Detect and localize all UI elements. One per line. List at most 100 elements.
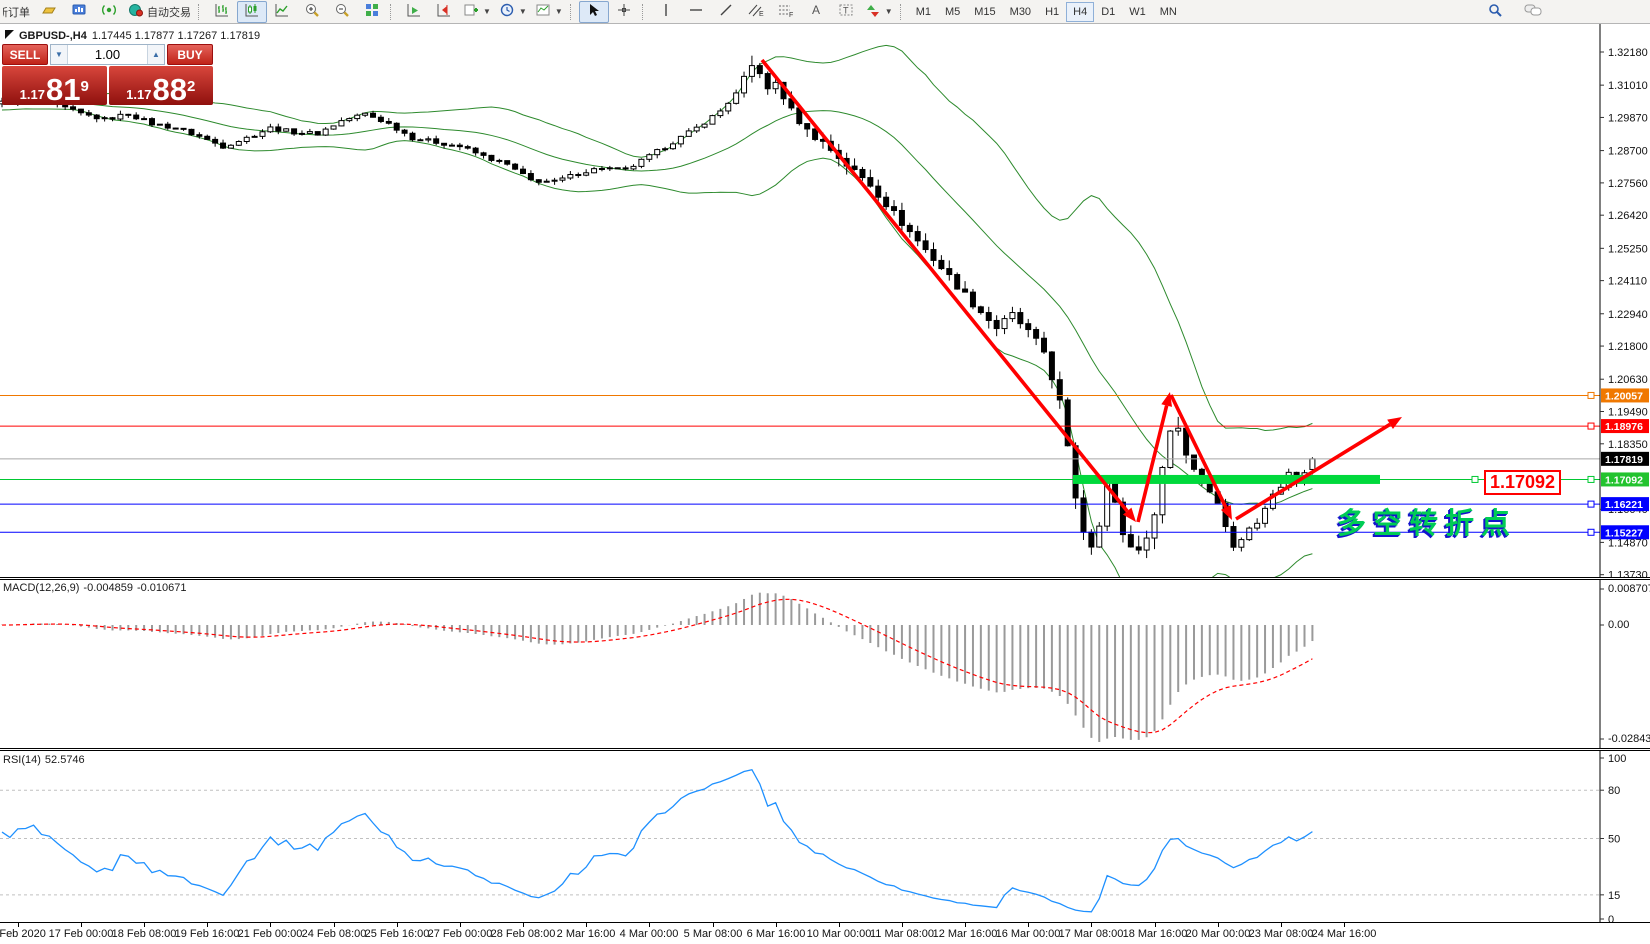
trendline-button[interactable]	[711, 1, 741, 23]
time-axis-label: 24 Mar 16:00	[1312, 928, 1377, 940]
time-axis-label: 4 Mar 00:00	[620, 928, 679, 940]
auto-scroll-button[interactable]	[399, 1, 429, 23]
svg-text:F: F	[789, 12, 793, 18]
price-axis-label: 1.20630	[1608, 374, 1648, 386]
price-axis-label: 1.21800	[1608, 341, 1648, 353]
line-chart-button[interactable]	[267, 1, 297, 23]
price-axis-label: 1.13730	[1608, 570, 1648, 577]
autotrading-button[interactable]: 自动交易	[124, 1, 195, 23]
buy-price-big: 88	[152, 77, 186, 102]
turning-point-annotation[interactable]: 多空转折点	[1337, 500, 1517, 542]
tf-button-h1[interactable]: H1	[1038, 2, 1066, 22]
svg-text:1.20057: 1.20057	[1605, 390, 1643, 402]
time-axis-label: 10 Mar 00:00	[807, 928, 872, 940]
zoom-out-icon	[334, 2, 350, 21]
horizontal-line-button[interactable]	[681, 1, 711, 23]
time-axis[interactable]: 3 Feb 202017 Feb 00:0018 Feb 08:0019 Feb…	[0, 922, 1650, 944]
zoom-in-icon	[304, 2, 320, 21]
sell-button[interactable]: SELL	[2, 44, 48, 65]
chat-button[interactable]	[1518, 1, 1548, 23]
bar-chart-button[interactable]	[207, 1, 237, 23]
macd-name: MACD(12,26,9)	[3, 582, 79, 594]
templates-button[interactable]: ▼	[531, 1, 567, 23]
toolbar-separator	[570, 4, 575, 20]
buy-price-display[interactable]: 1.17882	[109, 66, 214, 105]
buy-button[interactable]: BUY	[167, 44, 213, 65]
fibonacci-button[interactable]: F	[771, 1, 801, 23]
chevron-down-icon: ▼	[555, 7, 563, 16]
svg-text:E: E	[759, 11, 764, 18]
time-axis-label: 18 Feb 08:00	[112, 928, 177, 940]
time-axis-tick	[334, 923, 335, 927]
macd-axis-label: 0.008707	[1608, 583, 1650, 595]
svg-text:1.17092: 1.17092	[1605, 474, 1643, 486]
signals-icon	[101, 2, 117, 21]
time-axis-label: 18 Mar 16:00	[1123, 928, 1188, 940]
tf-button-mn[interactable]: MN	[1153, 2, 1184, 22]
chart-shift-button[interactable]	[429, 1, 459, 23]
rsi-axis-label: 50	[1608, 834, 1620, 846]
crosshair-button[interactable]	[609, 1, 639, 23]
price-annotation-box[interactable]: 1.17092	[1484, 470, 1561, 495]
zoom-in-button[interactable]	[297, 1, 327, 23]
price-axis-label: 1.25250	[1608, 243, 1648, 255]
toolbar: 新订单 自动交易 ▼ ▼	[0, 0, 1650, 24]
indicators-button[interactable]: ▼	[459, 1, 495, 23]
text-icon: A	[808, 2, 824, 21]
price-chart[interactable]: 1.321801.310101.298701.287001.275601.264…	[0, 24, 1650, 577]
tf-button-m5[interactable]: M5	[938, 2, 967, 22]
time-axis-tick	[270, 923, 271, 927]
new-order-label: 新订单	[2, 4, 30, 20]
fibonacci-icon: F	[777, 2, 795, 21]
candlestick-chart-button[interactable]	[237, 1, 267, 23]
tile-windows-button[interactable]	[357, 1, 387, 23]
signals-button[interactable]	[94, 1, 124, 23]
time-axis-tick	[902, 923, 903, 927]
equidistant-channel-icon: E	[747, 2, 765, 21]
volume-input[interactable]: 1.00	[68, 45, 147, 64]
sell-price-display[interactable]: 1.17819	[2, 66, 107, 105]
zoom-out-button[interactable]	[327, 1, 357, 23]
time-axis-label: 19 Feb 16:00	[175, 928, 240, 940]
tf-button-m1[interactable]: M1	[909, 2, 938, 22]
tf-button-m15[interactable]: M15	[967, 2, 1002, 22]
chart-shift-icon	[436, 2, 452, 21]
new-order-button[interactable]: 新订单	[2, 1, 34, 23]
market-button[interactable]	[64, 1, 94, 23]
rsi-name: RSI(14)	[3, 754, 41, 766]
search-icon	[1487, 2, 1503, 21]
price-axis-label: 1.27560	[1608, 178, 1648, 190]
volume-up-button[interactable]: ▲	[147, 45, 164, 64]
time-axis-label: 16 Mar 00:00	[996, 928, 1061, 940]
vertical-line-button[interactable]	[651, 1, 681, 23]
time-axis-label: 23 Mar 08:00	[1249, 928, 1314, 940]
time-axis-label: 28 Feb 08:00	[491, 928, 556, 940]
equidistant-channel-button[interactable]: E	[741, 1, 771, 23]
sell-price-prefix: 1.17	[20, 87, 45, 102]
tf-button-d1[interactable]: D1	[1094, 2, 1122, 22]
text-label-button[interactable]: T	[831, 1, 861, 23]
macd-panel[interactable]: 0.0087070.00-0.028436	[0, 580, 1650, 748]
rsi-label: RSI(14)52.5746	[3, 754, 89, 766]
chevron-down-icon: ▼	[519, 7, 527, 16]
gold-button[interactable]	[34, 1, 64, 23]
macd-axis-label: -0.028436	[1608, 733, 1650, 745]
cursor-button[interactable]	[579, 1, 609, 23]
arrows-button[interactable]: ▼	[861, 1, 897, 23]
chevron-down-icon: ▼	[483, 7, 491, 16]
periods-button[interactable]: ▼	[495, 1, 531, 23]
price-axis-label: 1.28700	[1608, 146, 1648, 158]
buy-price-sup: 2	[187, 72, 195, 102]
chart-symbol: GBPUSD-,H4	[19, 30, 87, 42]
tf-button-h4[interactable]: H4	[1066, 2, 1094, 22]
volume-down-button[interactable]: ▼	[51, 45, 68, 64]
search-button[interactable]	[1480, 1, 1510, 23]
tf-button-m30[interactable]: M30	[1003, 2, 1038, 22]
horizontal-line-icon	[688, 2, 704, 21]
rsi-panel[interactable]: 1008050150	[0, 751, 1650, 922]
time-axis-tick	[1155, 923, 1156, 927]
tf-button-w1[interactable]: W1	[1122, 2, 1153, 22]
market-icon	[71, 2, 87, 21]
text-button[interactable]: A	[801, 1, 831, 23]
price-axis-label: 1.32180	[1608, 47, 1648, 59]
